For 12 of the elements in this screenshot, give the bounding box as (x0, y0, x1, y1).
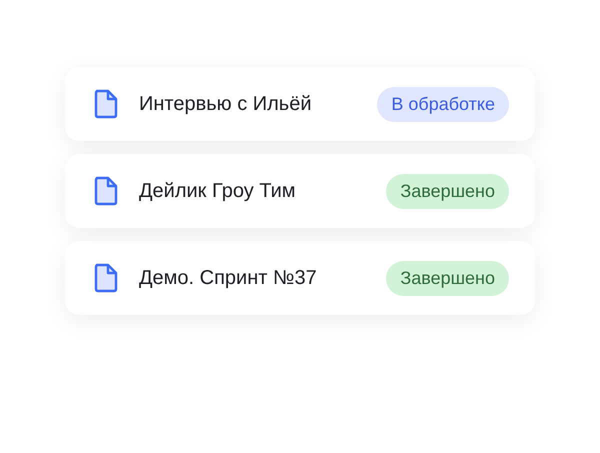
card[interactable]: Интервью с Ильёй В обработке (65, 67, 535, 141)
document-icon (93, 89, 119, 119)
document-icon (93, 176, 119, 206)
item-title: Дейлик Гроу Тим (139, 180, 297, 202)
card[interactable]: Дейлик Гроу Тим Завершено (65, 154, 535, 228)
item-title: Демо. Спринт №37 (139, 266, 318, 290)
status-badge: Завершено (386, 260, 509, 296)
item-title: Интервью с Ильёй (139, 92, 313, 116)
document-icon (93, 263, 119, 293)
status-badge: Завершено (386, 174, 509, 208)
card[interactable]: Демо. Спринт №37 Завершено (65, 241, 535, 315)
status-badge: В обработке (377, 86, 509, 122)
